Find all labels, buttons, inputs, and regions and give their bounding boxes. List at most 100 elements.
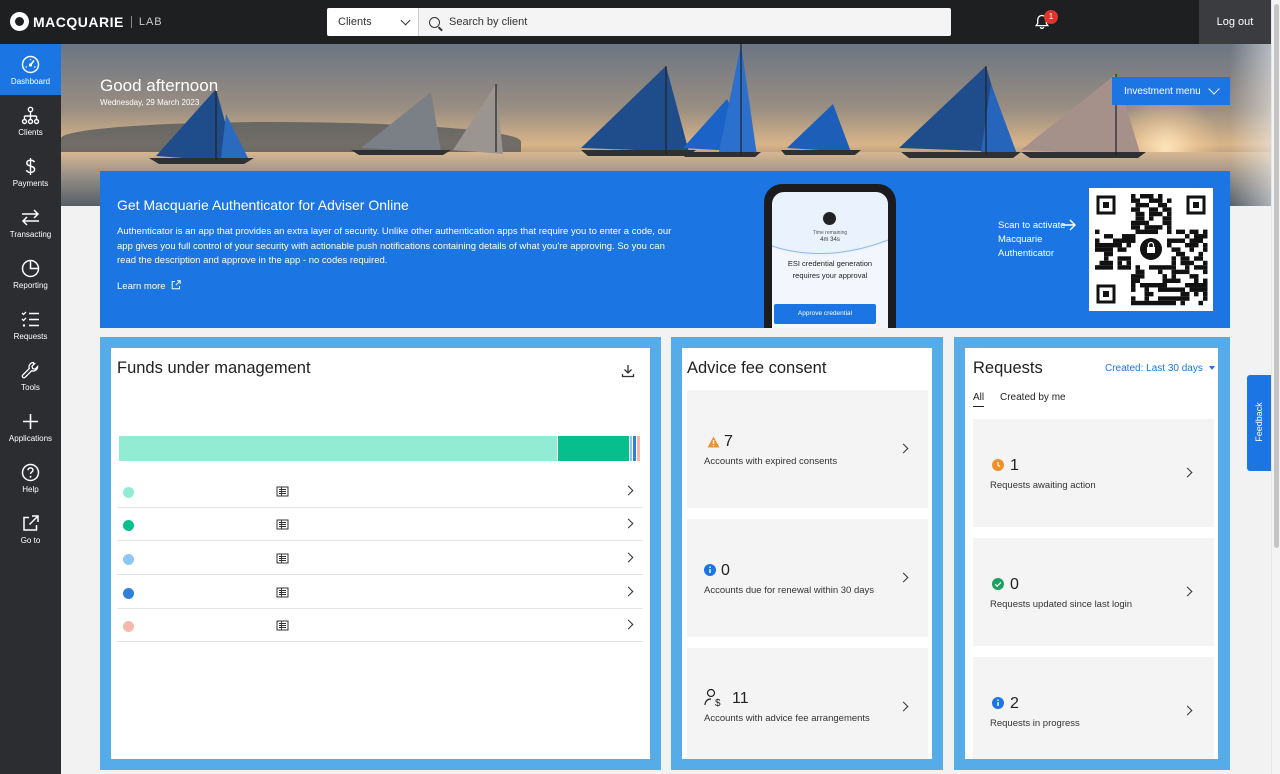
search-bar: Clients Search by client <box>327 8 951 36</box>
funds-row[interactable] <box>117 609 643 642</box>
requests-tile-updated[interactable]: 0 Requests updated since last login <box>973 538 1214 646</box>
vertical-scrollbar[interactable] <box>1271 0 1280 774</box>
expired-count: 7 <box>724 433 733 450</box>
pie-chart-icon <box>21 259 40 278</box>
funds-bar-segment <box>119 436 557 461</box>
funds-row[interactable] <box>117 508 643 541</box>
sidebar-item-goto[interactable]: Go to <box>0 503 61 554</box>
sidebar-item-tools[interactable]: Tools <box>0 350 61 401</box>
advice-card-frame: Advice fee consent 7 Accounts with expir… <box>671 337 943 770</box>
advice-tile-expired[interactable]: 7 Accounts with expired consents <box>687 390 928 508</box>
phone-approve-button: Approve credential <box>774 304 876 324</box>
sidebar-item-label: Dashboard <box>10 77 51 86</box>
updated-count: 0 <box>1010 576 1019 593</box>
greeting-date: Wednesday, 29 March 2023 <box>100 98 200 107</box>
logo-text: MACQUARIE <box>33 13 124 30</box>
qr-code <box>1089 188 1213 311</box>
sidebar-item-label: Transacting <box>9 230 52 239</box>
requests-tile-in-progress[interactable]: 2 Requests in progress <box>973 657 1214 759</box>
plus-icon <box>23 414 38 429</box>
help-icon <box>21 463 40 482</box>
phone-time-label: Time remaining <box>812 230 848 236</box>
updated-label: Requests updated since last login <box>990 599 1133 610</box>
arrangements-count: 11 <box>732 690 749 707</box>
search-input[interactable]: Search by client <box>419 8 951 36</box>
download-icon[interactable] <box>621 364 635 378</box>
search-placeholder: Search by client <box>449 16 528 28</box>
scan-instructions: Scan to activate Macquarie Authenticator <box>998 220 1066 259</box>
learn-more-link[interactable]: Learn more <box>117 280 181 292</box>
funds-card: Funds under management <box>111 348 650 759</box>
chevron-right-icon <box>898 572 909 583</box>
chevron-right-icon <box>623 619 634 630</box>
funds-row[interactable] <box>117 475 643 508</box>
funds-allocation-bar <box>119 436 642 461</box>
advice-tile-renewal[interactable]: 0 Accounts due for renewal within 30 day… <box>687 519 928 637</box>
funds-row[interactable] <box>117 576 643 609</box>
advice-card: Advice fee consent 7 Accounts with expir… <box>682 348 932 759</box>
feedback-tab[interactable]: Feedback <box>1247 375 1271 471</box>
sidebar-item-label: Go to <box>20 536 41 545</box>
requests-date-filter[interactable]: Created: Last 30 days <box>1105 363 1215 374</box>
sidebar-item-reporting[interactable]: Reporting <box>0 248 61 299</box>
dashboard-icon <box>21 55 40 74</box>
sidebar-item-dashboard[interactable]: Dashboard <box>0 44 61 95</box>
fund-color-dot <box>123 520 134 531</box>
account-card-icon <box>276 486 289 497</box>
macquarie-logo[interactable]: MACQUARIE LAB <box>10 12 163 31</box>
dollar-icon <box>25 158 36 175</box>
phone-screen: Time remaining 4m 34s ESI credential gen… <box>772 192 888 328</box>
caret-down-icon <box>1208 366 1215 371</box>
requests-card-frame: Requests Created: Last 30 days All Creat… <box>954 337 1230 770</box>
macquarie-logo-mark <box>10 12 29 31</box>
search-type-select[interactable]: Clients <box>327 8 419 36</box>
scrollbar-thumb[interactable] <box>1274 4 1279 548</box>
account-card-icon <box>276 553 289 564</box>
sidebar-item-label: Payments <box>12 179 49 188</box>
banner-body: Authenticator is an app that provides an… <box>117 226 672 266</box>
chevron-right-icon <box>1182 467 1193 478</box>
sidebar-item-clients[interactable]: Clients <box>0 95 61 146</box>
sidebar-item-help[interactable]: Help <box>0 452 61 503</box>
fund-color-dot <box>123 621 134 632</box>
greeting-text: Good afternoon <box>100 76 219 95</box>
advice-title: Advice fee consent <box>687 359 827 377</box>
awaiting-count: 1 <box>1010 457 1019 474</box>
requests-tile-awaiting[interactable]: 1 Requests awaiting action <box>973 419 1214 527</box>
search-icon <box>429 16 440 28</box>
sidebar-item-label: Requests <box>13 332 48 341</box>
info-icon <box>992 697 1004 709</box>
sidebar-item-label: Reporting <box>13 281 48 290</box>
sidebar-item-payments[interactable]: Payments <box>0 146 61 197</box>
sidebar-item-applications[interactable]: Applications <box>0 401 61 452</box>
checklist-icon <box>21 311 39 327</box>
chevron-down-icon <box>400 15 411 26</box>
advice-tile-arrangements[interactable]: $ 11 Accounts with advice fee arrangemen… <box>687 648 928 759</box>
funds-row[interactable] <box>117 542 643 575</box>
tab-all[interactable]: All <box>973 392 985 407</box>
top-bar: MACQUARIE LAB Clients Search by client 1… <box>0 0 1280 44</box>
funds-bar-segment <box>557 436 629 461</box>
in-progress-count: 2 <box>1010 695 1019 712</box>
logout-button[interactable]: Log out <box>1199 0 1271 44</box>
sidebar-item-requests[interactable]: Requests <box>0 299 61 350</box>
requests-title: Requests <box>973 359 1043 377</box>
external-link-icon <box>171 280 181 290</box>
phone-time-value: 4m 34s <box>820 237 840 243</box>
phone-lock-icon <box>823 212 836 225</box>
phone-message: ESI credential generation requires your … <box>787 259 873 280</box>
account-card-icon <box>276 620 289 631</box>
phone-mockup: Time remaining 4m 34s ESI credential gen… <box>764 184 896 328</box>
svg-text:$: $ <box>715 698 721 708</box>
sidebar: Dashboard Clients Payments Transacting R… <box>0 44 61 774</box>
chevron-right-icon <box>623 518 634 529</box>
investment-menu-button[interactable]: Investment menu <box>1112 77 1230 105</box>
sidebar-item-transacting[interactable]: Transacting <box>0 197 61 248</box>
info-icon <box>704 564 716 576</box>
fund-color-dot <box>123 588 134 599</box>
tab-created-by-me[interactable]: Created by me <box>1000 392 1066 403</box>
clock-icon <box>992 459 1004 471</box>
sidebar-item-label: Applications <box>8 434 53 443</box>
logo-lab-text: LAB <box>138 15 163 28</box>
arrangements-label: Accounts with advice fee arrangements <box>704 713 870 724</box>
